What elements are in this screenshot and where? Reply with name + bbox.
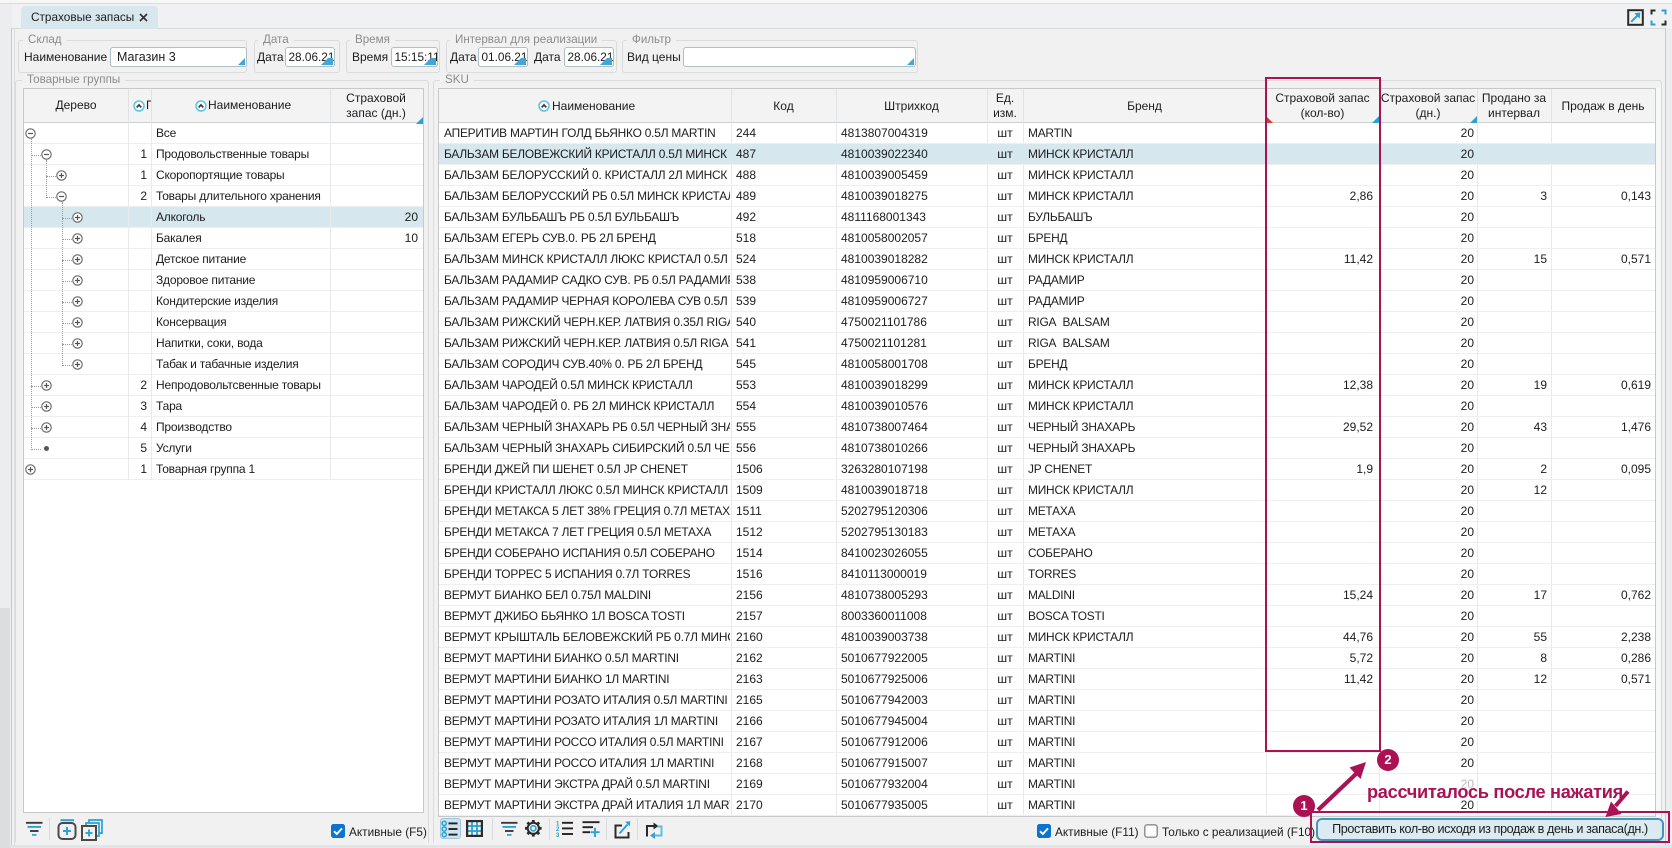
svg-text:3: 3 [556,833,560,837]
